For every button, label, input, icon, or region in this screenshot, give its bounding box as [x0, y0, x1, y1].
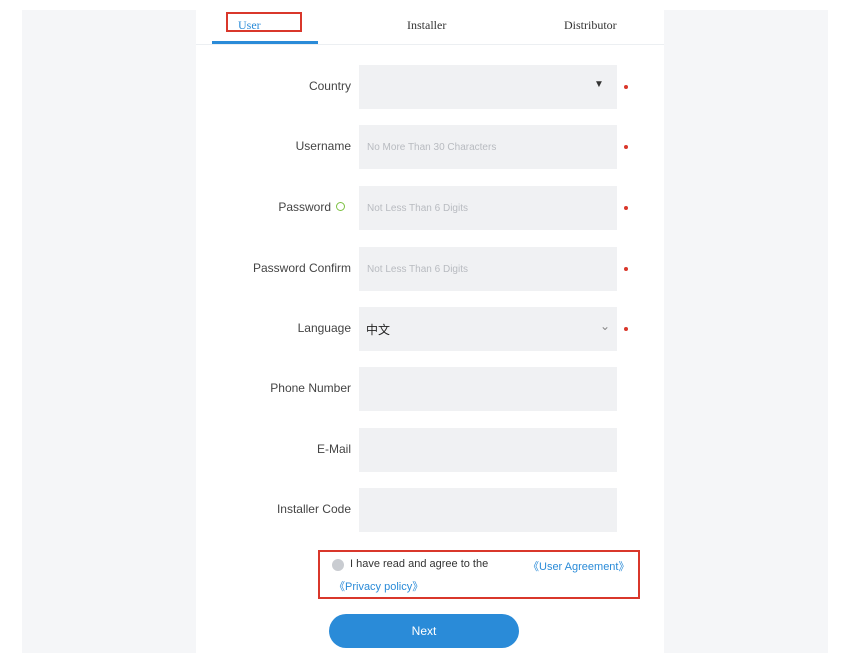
country-label: Country	[308, 79, 351, 93]
chevron-down-icon[interactable]: ⌄	[600, 319, 610, 333]
tab-user[interactable]: User	[238, 18, 261, 33]
phone-row: Phone Number	[196, 367, 664, 411]
phone-label: Phone Number	[270, 381, 351, 395]
password-label: Password	[278, 200, 331, 214]
registration-card: User Installer Distributor Country ▼ Use…	[196, 10, 664, 653]
username-row: Username	[196, 125, 664, 169]
password-confirm-label: Password Confirm	[252, 261, 351, 275]
agreement-highlight: I have read and agree to the 《User Agree…	[318, 550, 640, 599]
email-label: E-Mail	[316, 442, 351, 456]
password-input[interactable]	[359, 186, 617, 230]
language-row: Language 中文 ⌄	[196, 307, 664, 351]
language-select[interactable]	[359, 307, 617, 351]
tab-installer[interactable]: Installer	[407, 18, 446, 33]
installer-code-input[interactable]	[359, 488, 617, 532]
password-info-icon[interactable]	[336, 202, 345, 211]
role-tabs: User Installer Distributor	[196, 10, 664, 45]
password-confirm-row: Password Confirm	[196, 247, 664, 291]
installer-code-label: Installer Code	[276, 502, 351, 516]
installer-code-row: Installer Code	[196, 488, 664, 532]
dropdown-caret-icon[interactable]: ▼	[594, 79, 604, 90]
agreement-text: I have read and agree to the	[350, 558, 489, 570]
privacy-policy-link[interactable]: 《Privacy policy》	[334, 578, 423, 594]
password-row: Password	[196, 186, 664, 230]
language-value: 中文	[366, 323, 391, 337]
email-input[interactable]	[359, 428, 617, 472]
country-select[interactable]	[359, 65, 617, 109]
next-button[interactable]: Next	[329, 614, 519, 648]
email-row: E-Mail	[196, 428, 664, 472]
phone-input[interactable]	[359, 367, 617, 411]
password-confirm-input[interactable]	[359, 247, 617, 291]
active-tab-indicator	[212, 41, 318, 44]
required-marker	[624, 206, 628, 210]
agree-checkbox[interactable]	[332, 559, 344, 571]
username-label: Username	[295, 139, 351, 153]
username-input[interactable]	[359, 125, 617, 169]
tab-distributor[interactable]: Distributor	[564, 18, 617, 33]
required-marker	[624, 145, 628, 149]
country-row: Country ▼	[196, 65, 664, 109]
user-agreement-link[interactable]: 《User Agreement》	[528, 558, 629, 574]
language-label: Language	[297, 321, 351, 335]
required-marker	[624, 327, 628, 331]
required-marker	[624, 85, 628, 89]
required-marker	[624, 267, 628, 271]
